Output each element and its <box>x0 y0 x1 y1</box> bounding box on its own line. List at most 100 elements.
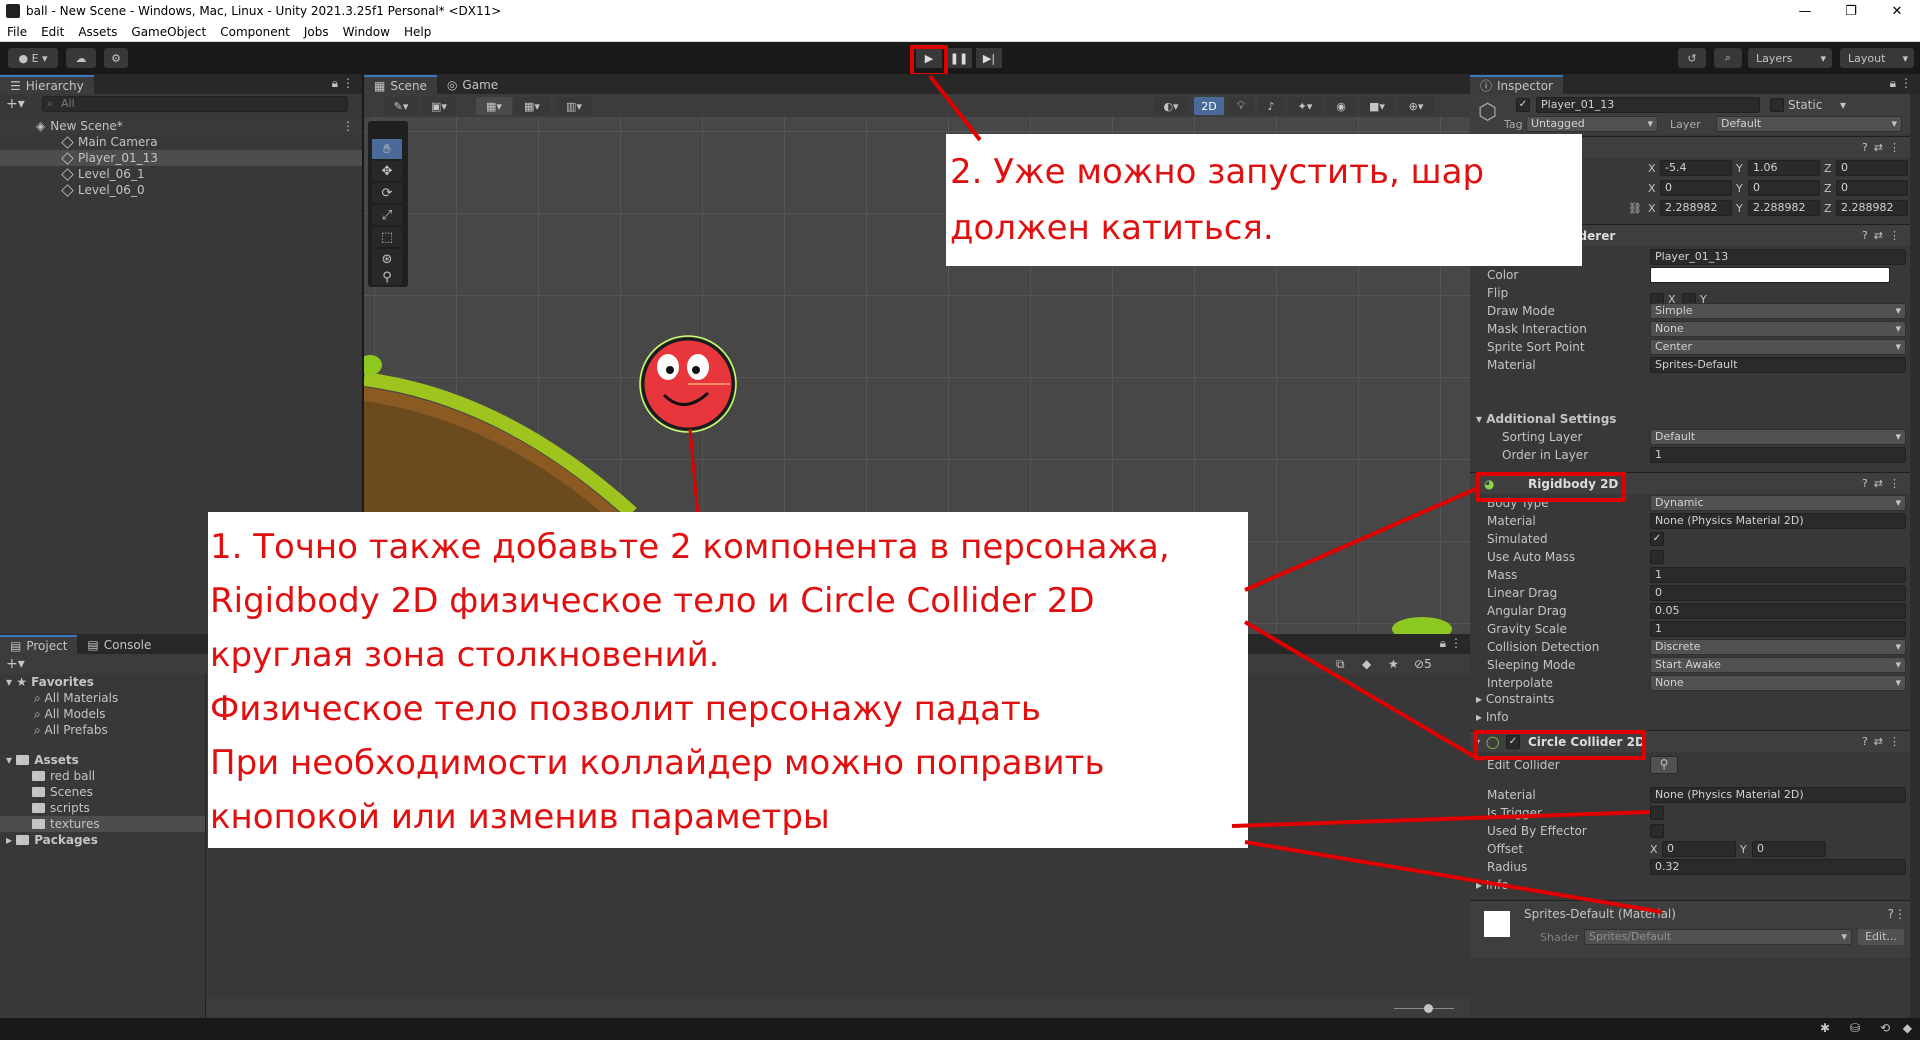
maximize-button[interactable]: ❐ <box>1828 0 1874 22</box>
scale-tool-button[interactable]: ⤢ <box>372 205 402 225</box>
list-item[interactable]: Player_01_13 <box>0 150 362 166</box>
checkbox[interactable] <box>1650 550 1664 564</box>
offset-x-field[interactable]: 0 <box>1662 841 1736 857</box>
increment-snap-button[interactable]: ▥▾ <box>556 97 592 115</box>
info-foldout[interactable]: ▸ Info <box>1470 708 1910 726</box>
tab-scene[interactable]: ▦ Scene <box>364 75 437 94</box>
scale-x-field[interactable]: 2.288982 <box>1660 200 1732 216</box>
menu-window[interactable]: Window <box>336 25 397 39</box>
rotation-x-field[interactable]: 0 <box>1660 180 1732 196</box>
dropdown[interactable]: Start Awake <box>1650 657 1906 673</box>
more-icon[interactable]: ⋮ <box>342 76 354 90</box>
hand-tool-button[interactable]: ✋︎ <box>372 139 402 159</box>
component-menu-icons[interactable]: ?⇄⋮ <box>1862 141 1906 154</box>
draw-mode-button[interactable]: ✎▾ <box>384 97 418 115</box>
visibility-button[interactable]: ◉ <box>1326 97 1356 115</box>
object-field[interactable]: Player_01_13 <box>1650 249 1906 265</box>
tab-inspector[interactable]: ⓘ Inspector <box>1470 75 1563 94</box>
list-item[interactable]: red ball <box>0 768 205 784</box>
custom-tool-button[interactable]: ⚲ <box>372 269 402 285</box>
object-name-field[interactable]: Player_01_13 <box>1536 97 1760 113</box>
component-menu-icons[interactable]: ?⇄⋮ <box>1862 477 1906 490</box>
cache-icon[interactable]: ⛁ <box>1850 1021 1860 1035</box>
more-icon[interactable]: ⋮ <box>1450 636 1462 650</box>
packages-header[interactable]: ▸ Packages <box>0 832 205 848</box>
more-icon[interactable]: ⋮ <box>342 119 354 133</box>
list-item[interactable]: ⌕ All Models <box>0 706 205 722</box>
component-menu-icons[interactable]: ?⇄⋮ <box>1862 229 1906 242</box>
edit-collider-button[interactable]: ⚲ <box>1650 756 1678 774</box>
audio-button[interactable]: ♪ <box>1258 97 1284 115</box>
progress-icon[interactable]: ⟲ <box>1880 1021 1890 1035</box>
search-by-type-icon[interactable]: ⧉ <box>1336 657 1345 672</box>
more-icon[interactable]: ⋮ <box>1900 76 1912 90</box>
order-in-layer-field[interactable]: 1 <box>1650 447 1906 463</box>
lighting-button[interactable]: 💡︎ <box>1228 97 1254 115</box>
tab-project[interactable]: ▤ Project <box>0 635 78 654</box>
menu-jobs[interactable]: Jobs <box>297 25 336 39</box>
object-field[interactable]: Sprites-Default <box>1650 357 1906 373</box>
dropdown[interactable]: Center <box>1650 339 1906 355</box>
shading-button[interactable]: ◐▾ <box>1154 97 1188 115</box>
camera-mode-button[interactable]: ▣▾ <box>422 97 456 115</box>
move-tool-button[interactable]: ✥ <box>372 161 402 181</box>
rect-tool-button[interactable]: ⬚ <box>372 227 402 247</box>
dropdown[interactable]: None <box>1650 321 1906 337</box>
transform-tool-button[interactable]: ⊛ <box>372 249 402 269</box>
scale-z-field[interactable]: 2.288982 <box>1836 200 1908 216</box>
dropdown[interactable]: Dynamic <box>1650 495 1906 511</box>
minimize-button[interactable]: — <box>1782 0 1828 22</box>
menu-assets[interactable]: Assets <box>71 25 124 39</box>
create-asset-button[interactable]: +▾ <box>6 656 25 672</box>
info-foldout[interactable]: ▸ Info <box>1470 876 1910 894</box>
static-dropdown[interactable]: ▾ <box>1840 98 1846 112</box>
offset-y-field[interactable]: 0 <box>1752 841 1826 857</box>
account-button[interactable]: ● E ▾ <box>8 48 58 68</box>
scene-root[interactable]: ◈ New Scene* ⋮ <box>0 118 362 134</box>
status-icon[interactable]: ◆ <box>1903 1021 1912 1035</box>
radius-field[interactable]: 0.32 <box>1650 859 1906 875</box>
lock-icon[interactable]: 🔒︎ <box>1890 76 1896 91</box>
history-button[interactable]: ↺ <box>1678 48 1706 68</box>
scale-y-field[interactable]: 2.288982 <box>1748 200 1820 216</box>
grid-snap-button[interactable]: ▦▾ <box>476 97 512 115</box>
star-icon[interactable]: ★ <box>1388 657 1399 671</box>
effects-button[interactable]: ✦▾ <box>1288 97 1322 115</box>
list-item[interactable]: Scenes <box>0 784 205 800</box>
menu-component[interactable]: Component <box>213 25 297 39</box>
step-button[interactable]: ▶| <box>976 48 1002 68</box>
value-field[interactable]: 1 <box>1650 567 1906 583</box>
dropdown[interactable]: Simple <box>1650 303 1906 319</box>
2d-toggle-button[interactable]: 2D <box>1194 97 1224 115</box>
active-checkbox[interactable]: ✓ <box>1516 98 1530 112</box>
inspector-scrollbar[interactable] <box>1910 94 1920 1018</box>
lock-icon[interactable]: 🔒︎ <box>1440 636 1446 651</box>
hidden-packages-button[interactable]: ⊘5 <box>1414 657 1432 671</box>
layout-dropdown[interactable]: Layout ▾ <box>1840 48 1914 68</box>
lock-icon[interactable]: 🔒︎ <box>332 76 338 91</box>
tab-hierarchy[interactable]: ☰ Hierarchy <box>0 75 94 94</box>
assets-header[interactable]: ▾ Assets <box>0 752 205 768</box>
shader-dropdown[interactable]: Sprites/Default <box>1584 929 1852 945</box>
cloud-button[interactable]: ☁ <box>66 48 96 68</box>
checkbox[interactable] <box>1650 824 1664 838</box>
rotation-z-field[interactable]: 0 <box>1836 180 1908 196</box>
hierarchy-search-input[interactable]: ⌕ All <box>42 96 348 112</box>
position-z-field[interactable]: 0 <box>1836 160 1908 176</box>
collab-button[interactable]: ⚙ <box>104 48 128 68</box>
constraints-foldout[interactable]: ▸ Constraints <box>1470 690 1910 708</box>
list-item[interactable]: Main Camera <box>0 134 362 150</box>
layers-dropdown[interactable]: Layers ▾ <box>1748 48 1832 68</box>
close-button[interactable]: ✕ <box>1874 0 1920 22</box>
list-item[interactable]: ⌕ All Prefabs <box>0 722 205 738</box>
dropdown[interactable]: None <box>1650 675 1906 691</box>
favorites-header[interactable]: ▾ ★ Favorites <box>0 674 205 690</box>
list-item[interactable]: ⌕ All Materials <box>0 690 205 706</box>
gizmos-button[interactable]: ⊕▾ <box>1398 97 1434 115</box>
menu-file[interactable]: File <box>0 25 34 39</box>
bug-icon[interactable]: ✱ <box>1820 1021 1830 1035</box>
constrain-scale-icon[interactable]: ⛓ <box>1628 202 1642 215</box>
additional-settings-foldout[interactable]: ▾ Additional Settings <box>1470 410 1910 428</box>
position-y-field[interactable]: 1.06 <box>1748 160 1820 176</box>
static-checkbox[interactable] <box>1770 98 1784 112</box>
